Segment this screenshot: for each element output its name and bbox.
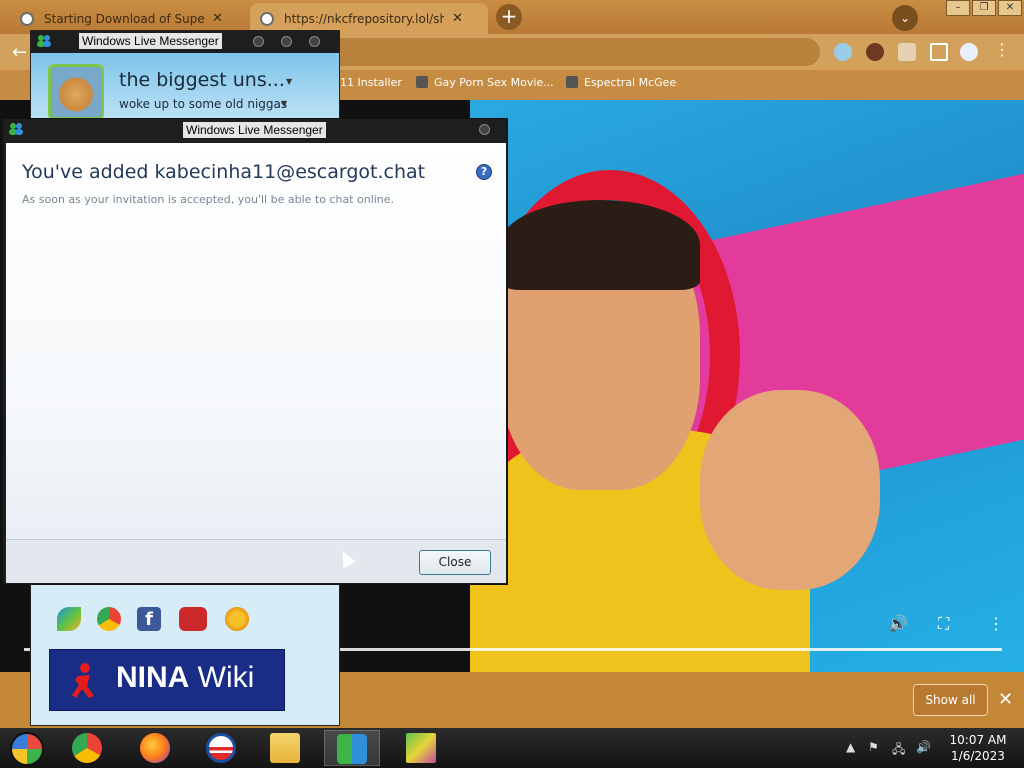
system-clock[interactable]: 10:07 AM 1/6/2023 — [940, 732, 1016, 764]
close-icon[interactable] — [479, 124, 490, 135]
new-tab-button[interactable]: + — [496, 4, 522, 30]
maximize-icon[interactable] — [281, 36, 292, 47]
chrome-icon[interactable] — [97, 607, 121, 631]
tab-search-icon[interactable]: ⌄ — [892, 5, 918, 31]
network-icon[interactable]: 🖧 — [892, 740, 905, 761]
clock-date: 1/6/2023 — [951, 749, 1005, 763]
menu-kebab-icon[interactable]: ⋮ — [994, 40, 1012, 59]
personal-message[interactable]: woke up to some old niggas — [119, 97, 287, 111]
minimize-icon[interactable]: – — [946, 0, 970, 16]
chrome-icon — [72, 733, 102, 763]
nina-wiki-wordmark: NINA Wiki — [116, 661, 255, 694]
more-options-icon[interactable]: ⋮ — [988, 614, 1004, 633]
profile-header: the biggest uns... ▼ woke up to some old… — [31, 53, 339, 123]
action-center-flag-icon[interactable]: ⚑ — [868, 740, 879, 754]
maximize-icon[interactable]: ❐ — [972, 0, 996, 16]
contact-added-dialog: Windows Live Messenger You've added kabe… — [2, 118, 508, 585]
bookmark-favicon-icon — [566, 76, 578, 88]
title-bar[interactable]: Windows Live Messenger — [3, 119, 507, 142]
psm-dropdown-icon[interactable]: ▼ — [281, 99, 287, 108]
clock-time: 10:07 AM — [949, 733, 1007, 747]
tab-strip: Starting Download of Super Mari ✕ https:… — [0, 0, 1024, 34]
extensions-puzzle-icon[interactable] — [898, 43, 916, 61]
obama-logo-icon — [206, 733, 236, 763]
tab-title: Starting Download of Super Mari — [44, 11, 204, 26]
side-panel-icon[interactable] — [930, 43, 948, 61]
minimize-icon[interactable] — [253, 36, 264, 47]
window-title: Windows Live Messenger — [79, 33, 222, 49]
bookmark-installer[interactable]: 11 Installer — [340, 76, 402, 89]
close-tab-icon[interactable]: ✕ — [212, 11, 223, 26]
close-window-icon[interactable]: ✕ — [998, 0, 1022, 16]
messenger-buddy-icon — [9, 123, 23, 135]
folder-icon — [270, 733, 300, 763]
windows-live-icon[interactable] — [57, 607, 81, 631]
nina-wiki-banner[interactable]: NINA Wiki — [49, 649, 285, 711]
bookmark-espectral[interactable]: Espectral McGee — [566, 76, 676, 89]
bookmark-favicon-icon — [416, 76, 428, 88]
account-avatar-icon[interactable] — [960, 43, 978, 61]
video-frame-hair — [500, 200, 700, 290]
taskbar-file-explorer[interactable] — [258, 730, 314, 766]
facebook-icon[interactable]: f — [137, 607, 161, 631]
dialog-heading: You've added kabecinha11@escargot.chat — [22, 161, 426, 183]
volume-icon[interactable]: 🔊 — [916, 740, 931, 754]
running-man-icon — [72, 663, 94, 698]
help-icon[interactable]: ? — [476, 164, 492, 180]
taskbar-chrome[interactable] — [60, 730, 116, 766]
volume-icon[interactable]: 🔊 — [888, 614, 908, 633]
video-frame-hand — [700, 390, 880, 590]
taskbar-obama[interactable] — [194, 730, 250, 766]
messenger-buddy-icon — [337, 734, 367, 764]
wing-app-icon — [406, 733, 436, 763]
start-button[interactable] — [10, 732, 44, 766]
bookmark-movie[interactable]: Gay Porn Sex Movie... — [416, 76, 554, 89]
firefox-icon — [140, 733, 170, 763]
title-bar[interactable]: Windows Live Messenger — [31, 31, 339, 53]
social-icons-row: f — [57, 603, 257, 633]
tab-title: https://nkcfrepository.lol/shit/ — [284, 11, 444, 26]
taskbar-firefox[interactable] — [128, 730, 184, 766]
dialog-subtext: As soon as your invitation is accepted, … — [22, 193, 395, 206]
globe-icon — [20, 11, 34, 26]
window-controls: – ❐ ✕ — [946, 0, 1022, 16]
show-hidden-icons-icon[interactable]: ▲ — [846, 740, 855, 754]
sun-icon[interactable] — [225, 607, 249, 631]
globe-icon — [260, 11, 274, 26]
youtube-icon[interactable] — [179, 607, 207, 631]
dialog-footer: Close — [6, 539, 506, 583]
fullscreen-icon[interactable]: ⛶ — [938, 614, 949, 634]
close-button[interactable]: Close — [419, 550, 491, 575]
download-bar-close-icon[interactable]: ✕ — [998, 689, 1013, 710]
avatar[interactable] — [48, 64, 104, 120]
show-all-button[interactable]: Show all — [913, 684, 988, 716]
dialog-body: You've added kabecinha11@escargot.chat A… — [6, 143, 506, 539]
taskbar: ▲ ⚑ 🖧 🔊 10:07 AM 1/6/2023 — [0, 728, 1024, 768]
close-tab-icon[interactable]: ✕ — [452, 11, 463, 26]
profile-extension-icon[interactable] — [866, 43, 884, 61]
taskbar-wing-app[interactable] — [394, 730, 450, 766]
messenger-buddy-icon — [37, 35, 51, 47]
display-name[interactable]: the biggest uns... — [119, 69, 285, 91]
taskbar-messenger[interactable] — [324, 730, 380, 766]
status-dropdown-icon[interactable]: ▼ — [286, 77, 292, 86]
close-icon[interactable] — [309, 36, 320, 47]
back-arrow-icon[interactable]: ← — [12, 42, 27, 63]
window-title: Windows Live Messenger — [183, 122, 326, 138]
flag-extension-icon[interactable] — [834, 43, 852, 61]
